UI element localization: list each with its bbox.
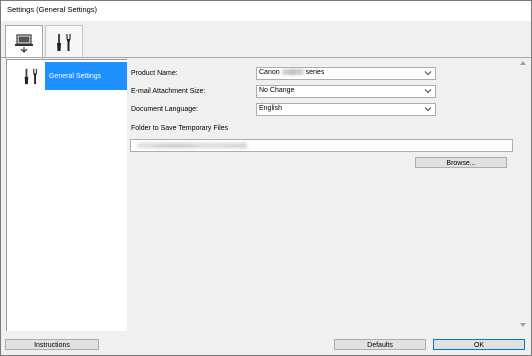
computer-scan-icon: [15, 33, 33, 53]
document-language-select[interactable]: English: [256, 103, 436, 116]
title-bar: Settings (General Settings): [1, 1, 531, 21]
sidebar-item-icon: [21, 66, 43, 86]
tab-scan-from-computer[interactable]: [5, 25, 43, 59]
product-name-suffix: series: [305, 69, 325, 76]
product-name-label: Product Name:: [131, 70, 178, 77]
temp-folder-path-field[interactable]: [130, 139, 513, 152]
sidebar: General Settings: [6, 59, 129, 332]
chevron-down-icon: [424, 89, 432, 94]
sidebar-item-label: General Settings: [49, 73, 102, 80]
redacted-model: [281, 69, 304, 76]
scroll-down-icon[interactable]: [520, 323, 526, 327]
document-language-value: English: [259, 105, 282, 112]
tab-general-settings[interactable]: [45, 25, 83, 58]
chevron-down-icon: [424, 71, 432, 76]
tab-bar: [1, 21, 531, 59]
ok-button[interactable]: OK: [433, 339, 525, 350]
vertical-scrollbar[interactable]: [517, 59, 529, 331]
email-attachment-size-label: E-mail Attachment Size:: [131, 88, 206, 95]
defaults-button[interactable]: Defaults: [334, 339, 426, 350]
tools-icon: [24, 68, 38, 85]
window-title: Settings (General Settings): [7, 5, 98, 14]
tools-icon: [57, 34, 71, 51]
product-name-value: Canon series: [259, 69, 324, 76]
product-name-prefix: Canon: [259, 69, 280, 76]
temp-folder-label: Folder to Save Temporary Files: [131, 125, 229, 132]
chevron-down-icon: [424, 107, 432, 112]
redacted-folder-path: [137, 143, 247, 148]
settings-panel: [127, 59, 517, 331]
document-language-label: Document Language:: [131, 106, 198, 113]
instructions-button[interactable]: Instructions: [5, 339, 99, 350]
settings-window: Settings (General Settings) General Sett…: [0, 0, 532, 356]
email-attachment-size-value: No Change: [259, 87, 295, 94]
scroll-up-icon[interactable]: [520, 61, 526, 65]
browse-button[interactable]: Browse...: [415, 157, 507, 168]
email-attachment-size-select[interactable]: No Change: [256, 85, 436, 98]
sidebar-item-selected[interactable]: General Settings: [45, 62, 128, 90]
sidebar-item-general-settings[interactable]: General Settings: [7, 62, 128, 90]
product-name-select[interactable]: Canon series: [256, 67, 436, 80]
tab-divider: [1, 57, 531, 58]
